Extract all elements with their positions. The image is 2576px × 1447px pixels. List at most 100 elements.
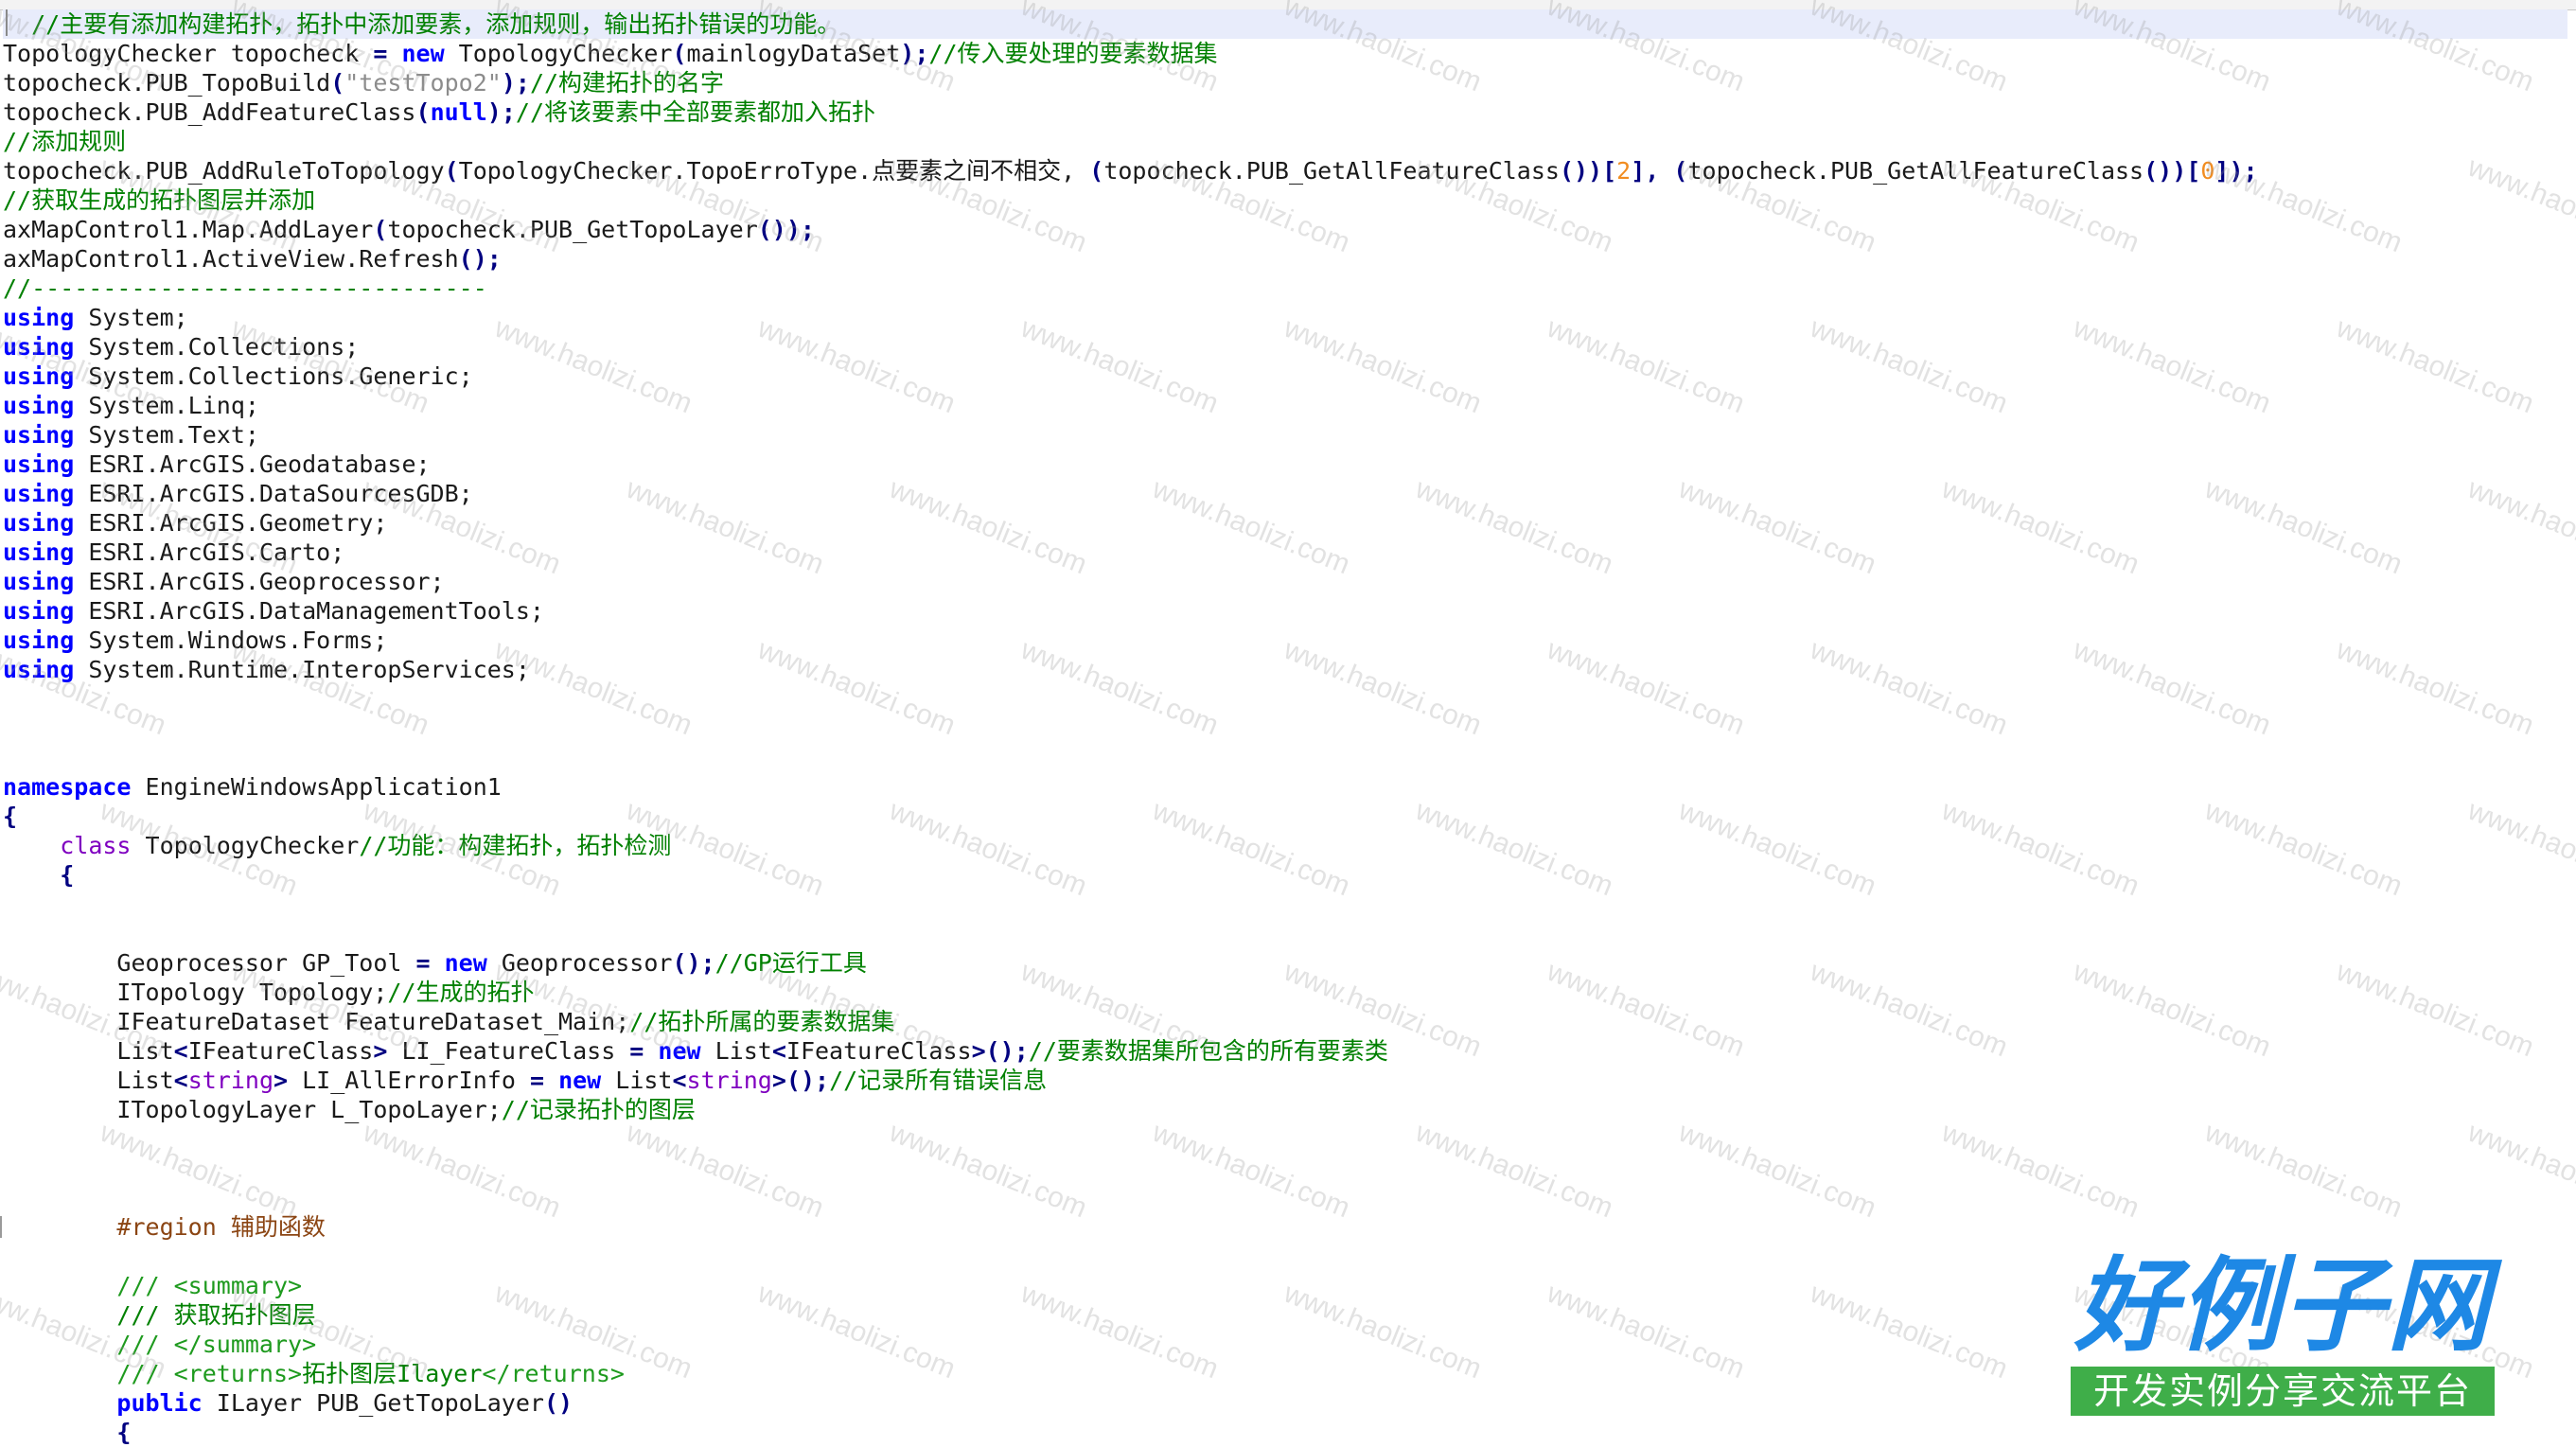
code-token: /// </summary> <box>116 1331 317 1358</box>
code-line[interactable]: using System.Windows.Forms; <box>3 626 2567 655</box>
code-token: List <box>3 1067 174 1094</box>
code-line[interactable]: ​ <box>3 1183 2567 1212</box>
code-token: //获取生成的拓扑图层并添加 <box>3 186 316 214</box>
code-token: Geoprocessor GP_Tool <box>3 949 416 977</box>
code-token: < <box>173 1067 188 1094</box>
code-token: System.Runtime.InteropServices; <box>74 656 530 683</box>
code-line[interactable]: using ESRI.ArcGIS.DataSourcesGDB; <box>3 479 2567 508</box>
code-token: using <box>3 656 75 683</box>
code-line[interactable]: using System.Runtime.InteropServices; <box>3 655 2567 684</box>
code-token: new <box>444 949 487 977</box>
code-line[interactable]: ​ <box>3 919 2567 948</box>
code-token: = <box>373 40 388 67</box>
code-token: < <box>173 1037 188 1065</box>
code-token: = <box>415 949 431 977</box>
code-token: using <box>3 392 75 419</box>
code-token: public <box>116 1389 203 1417</box>
code-token: topocheck.PUB_TopoBuild <box>3 69 331 97</box>
code-line[interactable]: { <box>3 1418 2567 1447</box>
code-line[interactable]: topocheck.PUB_AddFeatureClass(null);//将该… <box>3 97 2567 127</box>
code-line[interactable]: //-------------------------------- <box>3 274 2567 303</box>
code-line[interactable]: //获取生成的拓扑图层并添加 <box>3 185 2567 215</box>
code-token: > <box>373 1037 388 1065</box>
code-token: LI_FeatureClass <box>387 1037 630 1065</box>
code-line[interactable]: using System.Linq; <box>3 391 2567 420</box>
code-line[interactable]: using System.Text; <box>3 420 2567 450</box>
code-token: System.Text; <box>74 421 259 449</box>
code-token: List <box>3 1037 174 1065</box>
code-line[interactable]: topocheck.PUB_TopoBuild("testTopo2");//构… <box>3 68 2567 97</box>
code-line[interactable]: { <box>3 860 2567 890</box>
code-line[interactable]: using System.Collections.Generic; <box>3 362 2567 391</box>
code-line[interactable]: IFeatureDataset FeatureDataset_Main;//拓扑… <box>3 1007 2567 1036</box>
code-line[interactable]: { <box>3 802 2567 831</box>
code-line[interactable]: ​ <box>3 743 2567 772</box>
code-token: using <box>3 333 75 361</box>
code-token: EngineWindowsApplication1 <box>131 773 502 801</box>
code-token: ESRI.ArcGIS.Geodatabase; <box>74 450 431 478</box>
code-token: ()); <box>757 216 815 243</box>
logo-subtitle: 开发实例分享交流平台 <box>2071 1367 2495 1416</box>
code-line[interactable]: Geoprocessor GP_Tool = new Geoprocessor(… <box>3 948 2567 978</box>
code-token: ITopology Topology; <box>3 979 388 1006</box>
code-token: ); <box>486 98 516 126</box>
code-token: TopologyChecker topocheck <box>3 40 374 67</box>
code-line[interactable]: class TopologyChecker//功能：构建拓扑，拓扑检测 <box>3 831 2567 860</box>
code-token: LI_AllErrorInfo <box>288 1067 530 1094</box>
code-line[interactable]: axMapControl1.Map.AddLayer(topocheck.PUB… <box>3 215 2567 244</box>
code-line[interactable]: #region 辅助函数 <box>3 1212 2567 1242</box>
code-line[interactable]: ITopology Topology;//生成的拓扑 <box>3 978 2567 1007</box>
code-line[interactable]: ​ <box>3 1124 2567 1154</box>
code-token: ); <box>501 69 530 97</box>
code-token: //添加规则 <box>3 128 127 155</box>
code-token: () <box>543 1389 573 1417</box>
code-token: //-------------------------------- <box>3 274 487 302</box>
code-token: topocheck.PUB_GetAllFeatureClass <box>1103 157 1560 185</box>
code-token: { <box>3 803 18 830</box>
code-line[interactable]: using System; <box>3 303 2567 332</box>
code-token: mainlogyDataSet <box>686 40 901 67</box>
code-line[interactable]: List<string> LI_AllErrorInfo = new List<… <box>3 1066 2567 1095</box>
code-token: //传入要处理的要素数据集 <box>928 40 1218 67</box>
code-line[interactable]: axMapControl1.ActiveView.Refresh(); <box>3 244 2567 274</box>
caret-marker <box>6 9 8 36</box>
code-line[interactable]: //主要有添加构建拓扑，拓扑中添加要素，添加规则，输出拓扑错误的功能。 <box>3 9 2567 39</box>
code-line[interactable]: //添加规则 <box>3 127 2567 156</box>
code-token: = <box>529 1067 544 1094</box>
code-token: new <box>558 1067 602 1094</box>
code-line[interactable]: ​ <box>3 684 2567 714</box>
code-line[interactable]: ITopologyLayer L_TopoLayer;//记录拓扑的图层 <box>3 1095 2567 1124</box>
code-token: List <box>601 1067 673 1094</box>
code-token: using <box>3 304 75 331</box>
code-line[interactable]: List<IFeatureClass> LI_FeatureClass = ne… <box>3 1036 2567 1066</box>
code-token: ], <box>1631 157 1660 185</box>
code-line[interactable]: ​ <box>3 1154 2567 1183</box>
code-token: ILayer PUB_GetTopoLayer <box>202 1389 544 1417</box>
code-token: TopologyChecker.TopoErroType.点要素之间不相交, <box>458 157 1090 185</box>
code-line[interactable]: ​ <box>3 890 2567 919</box>
code-line[interactable]: using System.Collections; <box>3 332 2567 362</box>
code-token: System.Collections; <box>74 333 360 361</box>
code-token: //功能：构建拓扑，拓扑检测 <box>359 832 672 859</box>
code-token: #region 辅助函数 <box>116 1213 326 1241</box>
logo-title: 好例子网 <box>2073 1247 2491 1366</box>
code-line[interactable]: topocheck.PUB_AddRuleToTopology(Topology… <box>3 156 2567 185</box>
code-line[interactable]: ​ <box>3 714 2567 743</box>
code-token: /// 获取拓扑图层 <box>116 1301 316 1329</box>
code-token: topocheck.PUB_AddFeatureClass <box>3 98 416 126</box>
code-line[interactable]: using ESRI.ArcGIS.Geometry; <box>3 508 2567 538</box>
code-token: </returns> <box>482 1360 625 1387</box>
code-line[interactable]: TopologyChecker topocheck = new Topology… <box>3 39 2567 68</box>
code-line[interactable]: using ESRI.ArcGIS.DataManagementTools; <box>3 596 2567 626</box>
code-line[interactable]: using ESRI.ArcGIS.Geoprocessor; <box>3 567 2567 596</box>
code-editor[interactable]: //主要有添加构建拓扑，拓扑中添加要素，添加规则，输出拓扑错误的功能。 Topol… <box>3 9 2567 1447</box>
code-token: //拓扑所属的要素数据集 <box>629 1008 895 1035</box>
code-line[interactable]: namespace EngineWindowsApplication1 <box>3 772 2567 802</box>
code-line[interactable]: using ESRI.ArcGIS.Geodatabase; <box>3 450 2567 479</box>
code-line[interactable]: using ESRI.ArcGIS.Carto; <box>3 538 2567 567</box>
